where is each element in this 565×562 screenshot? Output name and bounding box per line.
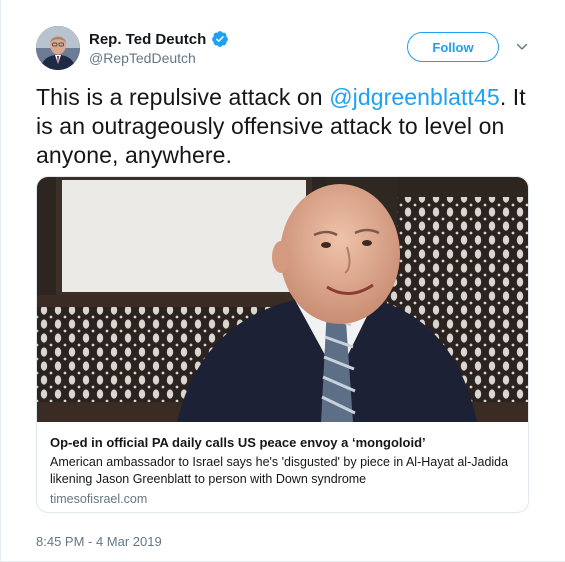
card-domain: timesofisrael.com <box>50 492 148 506</box>
author-name[interactable]: Rep. Ted Deutch <box>89 31 206 48</box>
follow-button[interactable]: Follow <box>407 32 499 62</box>
tweet-timestamp[interactable]: 8:45 PM - 4 Mar 2019 <box>36 534 162 549</box>
avatar-image <box>36 26 80 70</box>
name-row: Rep. Ted Deutch <box>89 30 229 48</box>
link-card[interactable]: Op-ed in official PA daily calls US peac… <box>36 176 529 513</box>
author-info: Rep. Ted Deutch @RepTedDeutch <box>89 30 229 66</box>
verified-badge-icon <box>212 31 229 47</box>
tweet-text: This is a repulsive attack on @jdgreenbl… <box>36 83 541 170</box>
tweet: Rep. Ted Deutch @RepTedDeutch Follow Thi… <box>0 0 565 562</box>
card-photo <box>37 177 528 422</box>
avatar[interactable] <box>36 26 80 70</box>
chevron-down-icon[interactable] <box>515 40 529 54</box>
tweet-text-start: This is a repulsive attack on <box>36 84 330 110</box>
card-title[interactable]: Op-ed in official PA daily calls US peac… <box>50 435 520 450</box>
mention-link[interactable]: @jdgreenblatt45 <box>329 84 500 110</box>
card-body: Op-ed in official PA daily calls US peac… <box>50 435 520 506</box>
card-description: American ambassador to Israel says he's … <box>50 455 509 486</box>
author-handle[interactable]: @RepTedDeutch <box>89 50 229 66</box>
